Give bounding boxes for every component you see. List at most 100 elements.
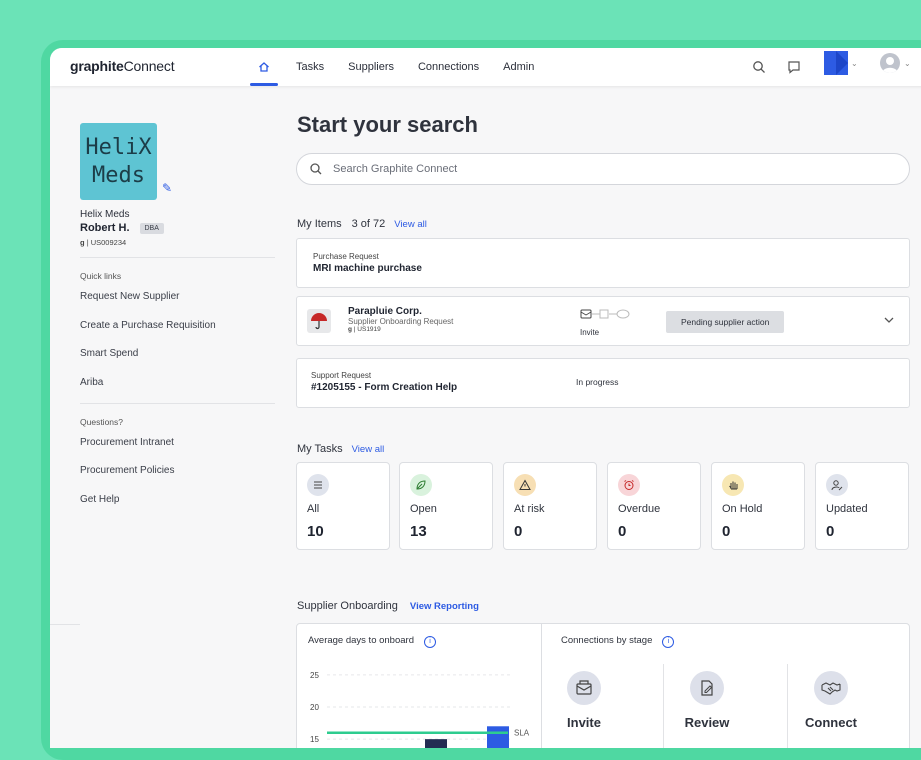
divider — [787, 664, 788, 748]
user-id: g | US009234 — [80, 238, 127, 247]
user-name: Robert H. — [80, 222, 130, 234]
hand-icon — [722, 474, 744, 496]
app-logo[interactable]: graphiteConnect — [70, 58, 175, 74]
app-window: graphiteConnect Tasks Suppliers Connecti… — [50, 48, 921, 748]
y-tick-label: 20 — [310, 703, 319, 712]
nav-connections[interactable]: Connections — [406, 48, 491, 86]
task-label: At risk — [514, 503, 545, 515]
link-ariba[interactable]: Ariba — [80, 374, 275, 403]
stage-label: Invite — [567, 715, 601, 730]
stage-label: Connect — [805, 715, 857, 730]
task-card-on-hold[interactable]: On Hold 0 — [711, 462, 805, 550]
bar — [487, 726, 509, 748]
supplier-onboarding-header: Supplier Onboarding View Reporting — [297, 600, 479, 612]
connections-by-stage-title: Connections by stage i — [561, 635, 675, 648]
supplier-id: g | US1919 — [348, 326, 381, 333]
home-tab[interactable] — [250, 48, 278, 86]
task-card-open[interactable]: Open 13 — [399, 462, 493, 550]
item-title: #1205155 - Form Creation Help — [311, 382, 458, 393]
task-count: 0 — [618, 523, 627, 540]
questions-label: Questions? — [80, 416, 123, 427]
top-navbar: graphiteConnect Tasks Suppliers Connecti… — [50, 48, 921, 86]
item-type: Support Request — [311, 371, 372, 380]
nav-suppliers[interactable]: Suppliers — [336, 48, 406, 86]
my-items-label: My Items — [297, 218, 342, 230]
sidebar: HeliX Meds ✎ Helix Meds Robert H. DBA g … — [80, 123, 275, 520]
stage-invite[interactable]: Invite — [544, 671, 624, 730]
link-get-help[interactable]: Get Help — [80, 491, 275, 520]
info-icon[interactable]: i — [662, 636, 675, 648]
item-type: Supplier Onboarding Request — [348, 317, 454, 326]
task-card-all[interactable]: All 10 — [296, 462, 390, 550]
document-edit-icon — [690, 671, 724, 705]
task-card-overdue[interactable]: Overdue 0 — [607, 462, 701, 550]
my-tasks-label: My Tasks — [297, 443, 343, 455]
info-icon[interactable]: i — [423, 636, 436, 648]
task-count: 10 — [307, 523, 324, 540]
item-card-supplier-onboarding[interactable]: Parapluie Corp. Supplier Onboarding Requ… — [296, 296, 910, 346]
link-request-new-supplier[interactable]: Request New Supplier — [80, 288, 275, 317]
nav-tasks[interactable]: Tasks — [284, 48, 336, 86]
divider — [50, 624, 80, 625]
divider — [80, 402, 275, 404]
umbrella-icon — [307, 309, 331, 333]
my-items-count: 3 of 72 — [351, 218, 386, 230]
search-icon[interactable] — [750, 58, 768, 76]
user-edit-icon — [826, 474, 848, 496]
task-card-updated[interactable]: Updated 0 — [815, 462, 909, 550]
divider — [541, 624, 542, 748]
task-count: 0 — [722, 523, 731, 540]
quick-links-label: Quick links — [80, 271, 122, 281]
user-avatar[interactable] — [880, 53, 900, 73]
chevron-down-icon[interactable] — [883, 313, 895, 331]
link-create-purchase-requisition[interactable]: Create a Purchase Requisition — [80, 317, 275, 346]
task-count: 0 — [514, 523, 523, 540]
view-reporting-link[interactable]: View Reporting — [410, 601, 479, 612]
page-title: Start your search — [297, 112, 478, 137]
handshake-icon — [814, 671, 848, 705]
company-switcher-icon[interactable] — [824, 51, 848, 75]
status-text: In progress — [576, 377, 619, 387]
link-procurement-intranet[interactable]: Procurement Intranet — [80, 434, 275, 463]
company-logo: HeliX Meds — [80, 123, 157, 200]
item-title: MRI machine purchase — [313, 263, 422, 274]
chevron-down-icon[interactable]: ⌄ — [851, 59, 858, 68]
list-icon — [307, 474, 329, 496]
link-smart-spend[interactable]: Smart Spend — [80, 345, 275, 374]
stage-label: Review — [684, 715, 730, 730]
task-card-at-risk[interactable]: At risk 0 — [503, 462, 597, 550]
search-bar[interactable] — [296, 153, 910, 185]
avg-days-chart: 25 20 15 SLA — [310, 671, 530, 748]
my-tasks-header: My Tasks View all — [297, 443, 384, 455]
task-label: Overdue — [618, 503, 661, 515]
envelope-icon — [567, 671, 601, 705]
item-card-purchase-request[interactable]: Purchase Request MRI machine purchase — [296, 238, 910, 288]
search-input[interactable] — [331, 162, 875, 176]
item-card-support-request[interactable]: Support Request #1205155 - Form Creation… — [296, 358, 910, 408]
edit-pencil-icon[interactable]: ✎ — [162, 181, 172, 195]
task-count: 13 — [410, 523, 427, 540]
my-tasks-view-all-link[interactable]: View all — [352, 444, 385, 455]
my-items-view-all-link[interactable]: View all — [394, 219, 427, 230]
task-label: On Hold — [722, 503, 763, 515]
supplier-company-name: Parapluie Corp. — [348, 306, 422, 317]
leaf-icon — [410, 474, 432, 496]
supplier-onboarding-label: Supplier Onboarding — [297, 600, 398, 612]
sla-label: SLA — [514, 729, 530, 738]
link-procurement-policies[interactable]: Procurement Policies — [80, 462, 275, 491]
main-nav: Tasks Suppliers Connections Admin — [250, 48, 546, 86]
task-label: Updated — [826, 503, 868, 515]
alarm-clock-icon — [618, 474, 640, 496]
my-items-header: My Items 3 of 72 View all — [297, 218, 427, 230]
stage-review[interactable]: Review — [667, 671, 747, 730]
nav-admin[interactable]: Admin — [491, 48, 546, 86]
chat-icon[interactable] — [785, 58, 803, 76]
stage-connect[interactable]: Connect — [791, 671, 871, 730]
onboarding-panel: Average days to onboard i 25 20 15 SLA Conne… — [296, 623, 910, 748]
dba-badge: DBA — [139, 222, 164, 234]
search-icon — [310, 163, 322, 175]
task-label: Open — [410, 503, 437, 515]
task-label: All — [307, 503, 320, 515]
chevron-down-icon[interactable]: ⌄ — [904, 59, 911, 68]
home-icon — [259, 62, 269, 72]
